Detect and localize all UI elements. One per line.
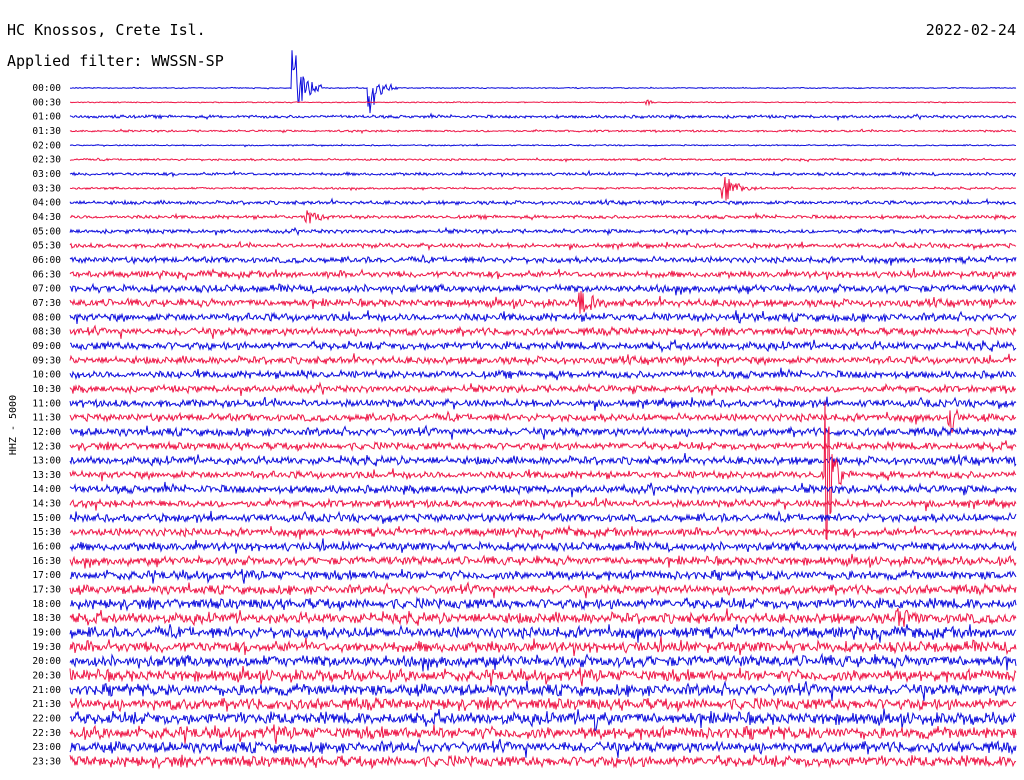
seismic-trace xyxy=(69,666,1017,687)
seismic-trace xyxy=(69,381,1017,396)
seismic-trace xyxy=(69,367,1017,381)
seismic-trace xyxy=(69,754,1017,770)
row-time-label: 06:30 xyxy=(32,269,61,280)
seismic-trace xyxy=(69,538,1017,554)
row-time-label: 22:00 xyxy=(32,714,61,725)
seismic-trace xyxy=(69,267,1017,281)
y-axis-label: HHZ - 5000 xyxy=(8,395,19,455)
row-time-label: 05:00 xyxy=(32,226,61,237)
row-time-label: 18:30 xyxy=(32,613,61,624)
row-time-label: 03:00 xyxy=(32,169,61,180)
row-time-label: 08:00 xyxy=(32,312,61,323)
row-time-label: 19:00 xyxy=(32,628,61,639)
seismic-trace xyxy=(69,680,1017,701)
seismic-trace xyxy=(69,310,1017,325)
row-time-label: 05:30 xyxy=(32,241,61,252)
seismic-trace xyxy=(69,510,1017,524)
seismic-trace xyxy=(69,50,1017,114)
seismic-trace xyxy=(69,581,1017,599)
seismic-trace xyxy=(69,553,1017,569)
row-time-label: 09:00 xyxy=(32,341,61,352)
row-time-label: 11:30 xyxy=(32,413,61,424)
seismic-trace xyxy=(69,169,1017,178)
seismic-trace xyxy=(70,99,1017,107)
seismic-trace xyxy=(69,607,1017,627)
seismic-trace xyxy=(69,240,1017,252)
seismic-trace xyxy=(70,339,1017,354)
seismic-trace xyxy=(69,290,1017,314)
seismic-trace xyxy=(69,112,1017,122)
row-time-label: 23:30 xyxy=(32,757,61,768)
seismic-trace xyxy=(69,497,1017,512)
row-time-label: 08:30 xyxy=(32,327,61,338)
row-time-label: 01:00 xyxy=(32,112,61,123)
row-time-label: 10:30 xyxy=(32,384,61,395)
tick-label-group: 00:00 00:30 01:00 01:30 02:00 02:30 03:00 03:30… xyxy=(32,83,61,768)
row-time-label: 15:30 xyxy=(32,527,61,538)
seismic-trace xyxy=(69,282,1016,296)
row-time-label: 18:00 xyxy=(32,599,61,610)
row-time-label: 17:30 xyxy=(32,585,61,596)
row-time-label: 02:00 xyxy=(32,140,61,151)
row-time-label: 16:30 xyxy=(32,556,61,567)
row-time-label: 20:30 xyxy=(32,671,61,682)
row-time-label: 00:30 xyxy=(32,97,61,108)
seismic-trace xyxy=(69,738,1017,758)
row-time-label: 13:00 xyxy=(32,456,61,467)
seismic-trace xyxy=(69,408,1017,433)
row-time-label: 20:00 xyxy=(32,656,61,667)
seismic-trace xyxy=(69,524,1017,540)
seismic-trace xyxy=(69,353,1017,367)
row-time-label: 01:30 xyxy=(32,126,61,137)
row-time-label: 14:00 xyxy=(32,484,61,495)
seismic-trace xyxy=(69,157,1017,163)
seismic-trace xyxy=(69,226,1017,237)
row-time-label: 11:00 xyxy=(32,398,61,409)
row-time-label: 06:00 xyxy=(32,255,61,266)
row-time-label: 22:30 xyxy=(32,728,61,739)
row-time-label: 07:00 xyxy=(32,284,61,295)
row-time-label: 04:30 xyxy=(32,212,61,223)
seismic-trace xyxy=(69,596,1017,612)
row-time-label: 07:30 xyxy=(32,298,61,309)
trace-group xyxy=(69,50,1017,770)
seismic-trace xyxy=(69,197,1017,207)
row-time-label: 04:00 xyxy=(32,198,61,209)
seismic-trace xyxy=(69,440,1017,454)
seismic-trace xyxy=(69,481,1017,498)
row-time-label: 21:30 xyxy=(32,699,61,710)
seismogram-plot: 00:00 00:30 01:00 01:30 02:00 02:30 03:00 03:30… xyxy=(8,50,1017,770)
seismic-trace xyxy=(69,324,1017,339)
row-time-label: 09:30 xyxy=(32,355,61,366)
seismic-trace xyxy=(69,652,1017,672)
seismic-trace xyxy=(69,724,1017,745)
row-time-label: 12:30 xyxy=(32,441,61,452)
seismic-trace xyxy=(69,254,1017,266)
seismic-trace xyxy=(69,624,1017,643)
seismic-trace xyxy=(69,210,1017,224)
row-time-label: 13:30 xyxy=(32,470,61,481)
seismic-trace xyxy=(69,396,1017,411)
seismic-trace xyxy=(69,696,1017,713)
row-time-label: 10:00 xyxy=(32,370,61,381)
row-time-label: 19:30 xyxy=(32,642,61,653)
row-time-label: 00:00 xyxy=(32,83,61,94)
row-time-label: 16:00 xyxy=(32,542,61,553)
seismic-trace xyxy=(69,636,1017,657)
row-time-label: 02:30 xyxy=(32,155,61,166)
seismic-trace xyxy=(69,143,1017,148)
seismic-trace xyxy=(69,568,1017,584)
row-time-label: 15:00 xyxy=(32,513,61,524)
seismic-trace xyxy=(69,128,1016,135)
row-time-label: 03:30 xyxy=(32,183,61,194)
seismic-trace xyxy=(69,176,1017,201)
row-time-label: 14:30 xyxy=(32,499,61,510)
seismic-trace xyxy=(69,453,1017,467)
row-time-label: 21:00 xyxy=(32,685,61,696)
seismic-trace xyxy=(69,708,1017,732)
seismic-trace xyxy=(69,424,1017,440)
row-time-label: 23:00 xyxy=(32,742,61,753)
row-time-label: 17:00 xyxy=(32,570,61,581)
row-time-label: 12:00 xyxy=(32,427,61,438)
